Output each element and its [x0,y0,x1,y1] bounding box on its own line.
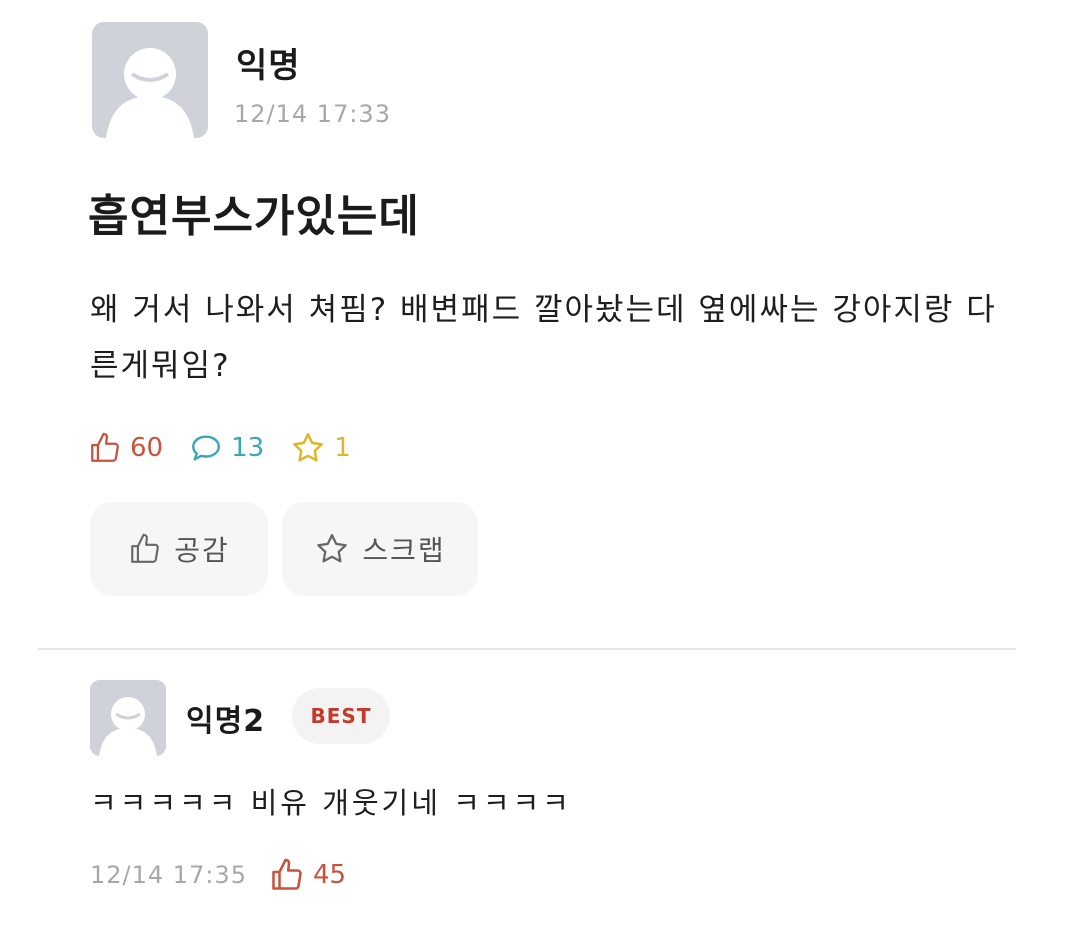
comment-count-value: 13 [231,433,265,463]
divider [38,648,1016,650]
scrap-button[interactable]: 스크랩 [282,502,478,596]
comment-author-name: 익명2 [186,704,266,739]
author-name: 익명 [236,46,301,86]
like-count: 60 [88,431,163,465]
thumbs-up-icon [131,533,160,563]
default-user-icon [92,22,208,138]
thumbs-up-icon [272,858,302,890]
comment-author-avatar[interactable] [90,680,166,756]
like-button[interactable]: 공감 [90,502,268,596]
comment-timestamp: 12/14 17:35 [90,861,247,889]
comment-like-count[interactable]: 45 [269,857,346,893]
comment-count: 13 [189,431,264,465]
thumbs-up-icon [91,432,119,462]
comment-meta: 12/14 17:35 45 [90,852,346,898]
like-button-label: 공감 [174,534,230,567]
post-timestamp: 12/14 17:33 [234,100,391,128]
best-badge: BEST [292,688,390,744]
comment-like-count-value: 45 [312,860,347,890]
post-stats: 60 13 1 [88,428,377,468]
speech-bubble-icon [192,435,221,461]
default-user-icon [90,680,166,756]
scrap-count: 1 [290,430,351,466]
post-title: 흡연부스가있는데 [88,191,420,242]
author-avatar[interactable] [92,22,208,138]
star-icon [317,534,348,563]
scrap-count-value: 1 [334,433,351,463]
scrap-button-label: 스크랩 [362,534,446,567]
comment-text: ㅋㅋㅋㅋㅋ 비유 개웃기네 ㅋㅋㅋㅋ [90,786,572,820]
star-icon [293,433,324,462]
post-body: 왜 거서 나와서 쳐핌? 배변패드 깔아놨는데 옆에싸는 강아지랑 다른게뭐임? [90,292,997,384]
like-count-value: 60 [130,433,164,463]
